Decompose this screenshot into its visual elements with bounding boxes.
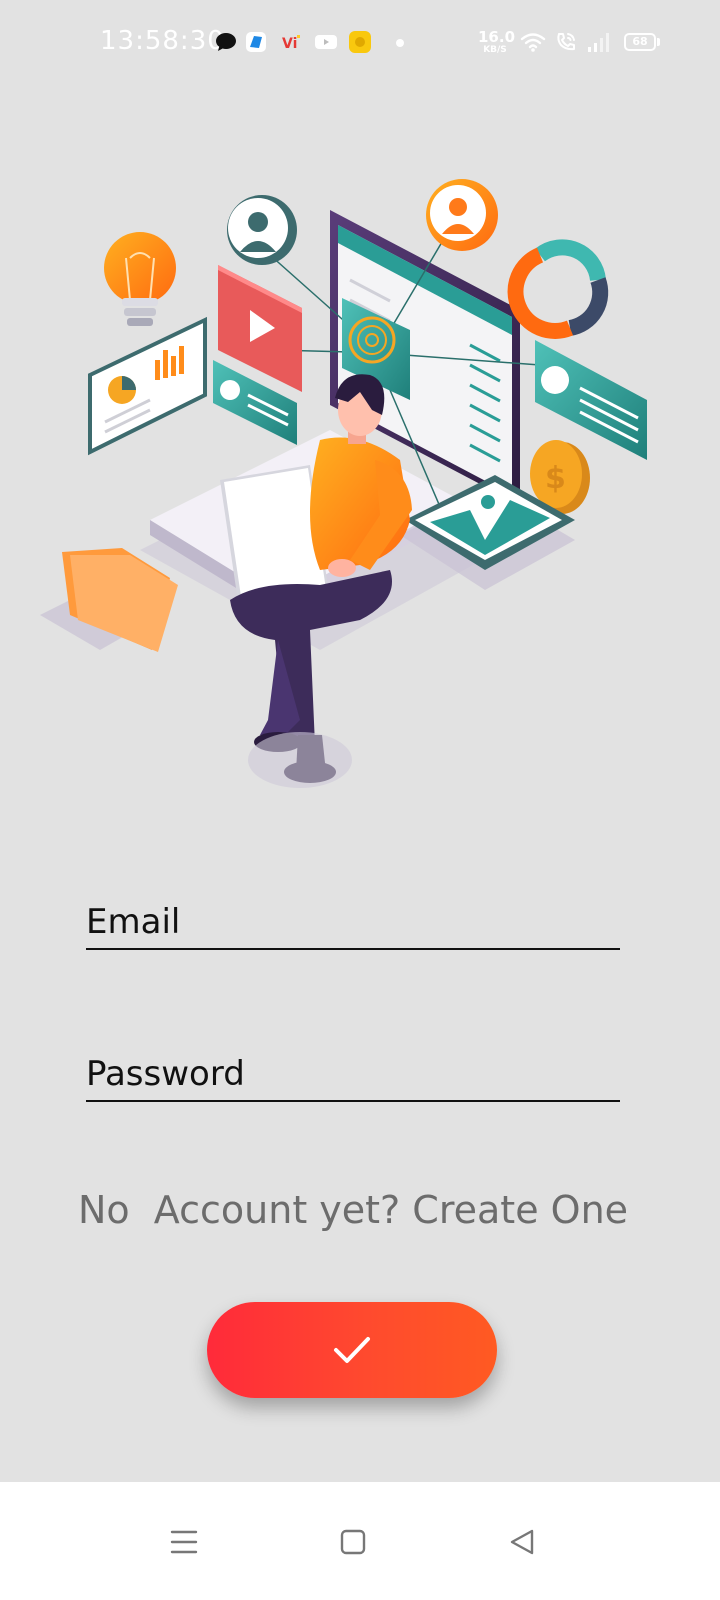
submit-button[interactable] <box>207 1302 497 1398</box>
network-speed-unit: KB/S <box>483 45 507 55</box>
svg-text:$: $ <box>545 461 566 496</box>
lightbulb-icon <box>104 232 176 326</box>
status-time: 13:58:30 <box>100 26 225 56</box>
chat-bubble-icon <box>216 33 236 51</box>
network-speed-value: 16.0 <box>478 28 516 46</box>
app-icon <box>246 32 266 52</box>
back-button[interactable] <box>502 1522 542 1562</box>
vi-icon: Vi <box>282 35 300 52</box>
menu-icon <box>170 1530 198 1554</box>
menu-button[interactable] <box>164 1522 204 1562</box>
person-with-laptop-illustration: $ <box>40 179 647 788</box>
wifi-icon <box>520 33 546 52</box>
network-speed: 16.0 KB/S <box>478 28 516 55</box>
folder-icon <box>40 548 178 652</box>
password-field[interactable] <box>86 1054 620 1094</box>
battery-level: 68 <box>632 35 648 48</box>
password-field-container <box>86 1040 620 1102</box>
dashboard-card-icon <box>88 316 207 456</box>
user-avatar-orange-icon <box>426 179 498 251</box>
create-account-link[interactable]: No Account yet? Create One <box>0 1188 706 1232</box>
battery-icon: 68 <box>624 33 660 51</box>
donut-chart-icon <box>507 239 609 339</box>
youtube-icon <box>315 35 337 49</box>
email-field[interactable] <box>86 902 620 942</box>
email-field-container <box>86 888 620 950</box>
svg-text:Vi: Vi <box>282 36 297 52</box>
navigation-bar <box>0 1482 720 1600</box>
home-square-icon <box>340 1529 366 1555</box>
status-bar: 13:58:30 Vi 16.0 KB/S 68 <box>0 0 720 90</box>
yellow-app-icon <box>349 31 371 53</box>
checkmark-icon <box>334 1337 370 1363</box>
wifi-call-icon <box>557 33 575 51</box>
signal-icon <box>588 33 609 52</box>
back-triangle-icon <box>510 1529 534 1555</box>
user-avatar-icon <box>227 195 297 265</box>
status-dot <box>396 39 404 47</box>
home-button[interactable] <box>333 1522 373 1562</box>
